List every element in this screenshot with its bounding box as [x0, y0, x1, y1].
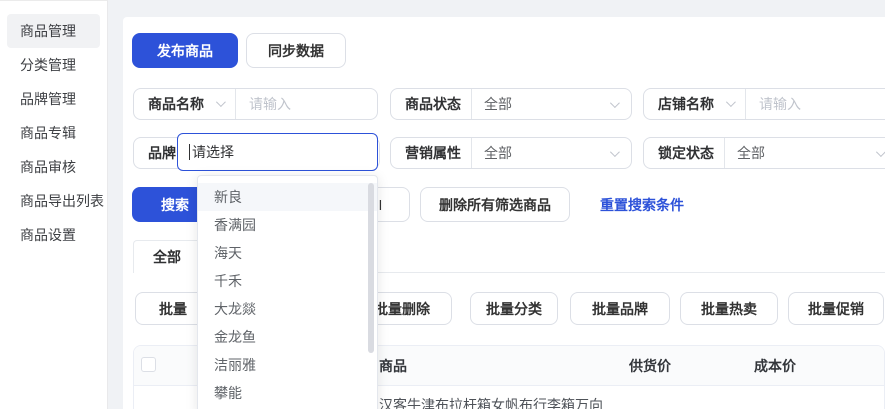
column-header-product: 商品 [379, 346, 407, 386]
brand-option[interactable]: 香满园 [198, 211, 377, 239]
batch-hot-sale-button[interactable]: 批量热卖 [680, 292, 778, 325]
publish-product-button[interactable]: 发布商品 [132, 33, 238, 68]
chevron-down-icon [610, 147, 620, 157]
sync-data-button[interactable]: 同步数据 [246, 33, 346, 68]
brand-select-input[interactable]: 请选择 [177, 133, 378, 171]
filter-lock-status[interactable]: 锁定状态 全部 [643, 137, 885, 169]
brand-option[interactable]: 攀能 [198, 379, 377, 407]
brand-option[interactable]: 新良 [198, 183, 377, 211]
chevron-down-icon[interactable] [726, 97, 736, 107]
filter-product-status[interactable]: 商品状态 全部 [390, 88, 632, 120]
select-all-checkbox[interactable] [141, 357, 156, 372]
product-name-select-label[interactable]: 商品名称 [134, 94, 214, 114]
reset-search-link[interactable]: 重置搜索条件 [600, 187, 684, 222]
lock-status-label: 锁定状态 [644, 143, 724, 163]
store-name-input[interactable]: 请输入 [746, 94, 885, 114]
brand-option[interactable]: 千禾 [198, 267, 377, 295]
brand-input-placeholder: 请选择 [191, 142, 234, 162]
brand-option[interactable]: 海天 [198, 239, 377, 267]
sidebar-item-product-management[interactable]: 商品管理 [7, 14, 100, 48]
column-header-supply-price: 供货价 [629, 346, 671, 386]
chevron-down-icon [610, 98, 620, 108]
delete-filtered-products-button[interactable]: 删除所有筛选商品 [420, 187, 570, 222]
brand-option[interactable]: 金龙鱼 [198, 323, 377, 351]
product-name-cell: 汉客牛津布拉杆箱女帆布行李箱万向 [379, 395, 603, 409]
filter-marketing-attribute[interactable]: 营销属性 全部 [390, 137, 632, 169]
chevron-down-icon[interactable] [216, 97, 226, 107]
column-header-cost-price: 成本价 [754, 346, 796, 386]
brand-option[interactable]: 大龙燚 [198, 295, 377, 323]
chevron-down-icon [876, 147, 885, 157]
marketing-attribute-label: 营销属性 [391, 143, 471, 163]
store-name-select-label[interactable]: 店铺名称 [644, 94, 724, 114]
batch-promotion-button[interactable]: 批量促销 [788, 292, 884, 325]
batch-category-button[interactable]: 批量分类 [470, 292, 558, 325]
sidebar: 商品管理 分类管理 品牌管理 商品专辑 商品审核 商品导出列表 商品设置 [0, 0, 108, 409]
lock-status-value[interactable]: 全部 [725, 143, 876, 163]
sidebar-item-product-settings[interactable]: 商品设置 [0, 218, 107, 252]
filter-product-name: 商品名称 请输入 [133, 88, 378, 120]
sidebar-item-category-management[interactable]: 分类管理 [0, 48, 107, 82]
product-status-label: 商品状态 [391, 94, 471, 114]
dropdown-scrollbar-thumb[interactable] [368, 183, 374, 353]
filter-store-name: 店铺名称 请输入 [643, 88, 885, 120]
sidebar-item-product-review[interactable]: 商品审核 [0, 150, 107, 184]
brand-dropdown-menu: 新良 香满园 海天 千禾 大龙燚 金龙鱼 洁丽雅 攀能 [197, 175, 378, 409]
sidebar-item-product-export-list[interactable]: 商品导出列表 [0, 184, 107, 218]
text-cursor [189, 144, 190, 160]
sidebar-item-brand-management[interactable]: 品牌管理 [0, 82, 107, 116]
batch-brand-button[interactable]: 批量品牌 [570, 292, 670, 325]
brand-option[interactable]: 洁丽雅 [198, 351, 377, 379]
product-name-input[interactable]: 请输入 [236, 94, 377, 114]
product-status-value[interactable]: 全部 [472, 94, 610, 114]
sidebar-item-product-album[interactable]: 商品专辑 [0, 116, 107, 150]
marketing-attribute-value[interactable]: 全部 [472, 143, 610, 163]
tab-all[interactable]: 全部 [133, 240, 201, 273]
